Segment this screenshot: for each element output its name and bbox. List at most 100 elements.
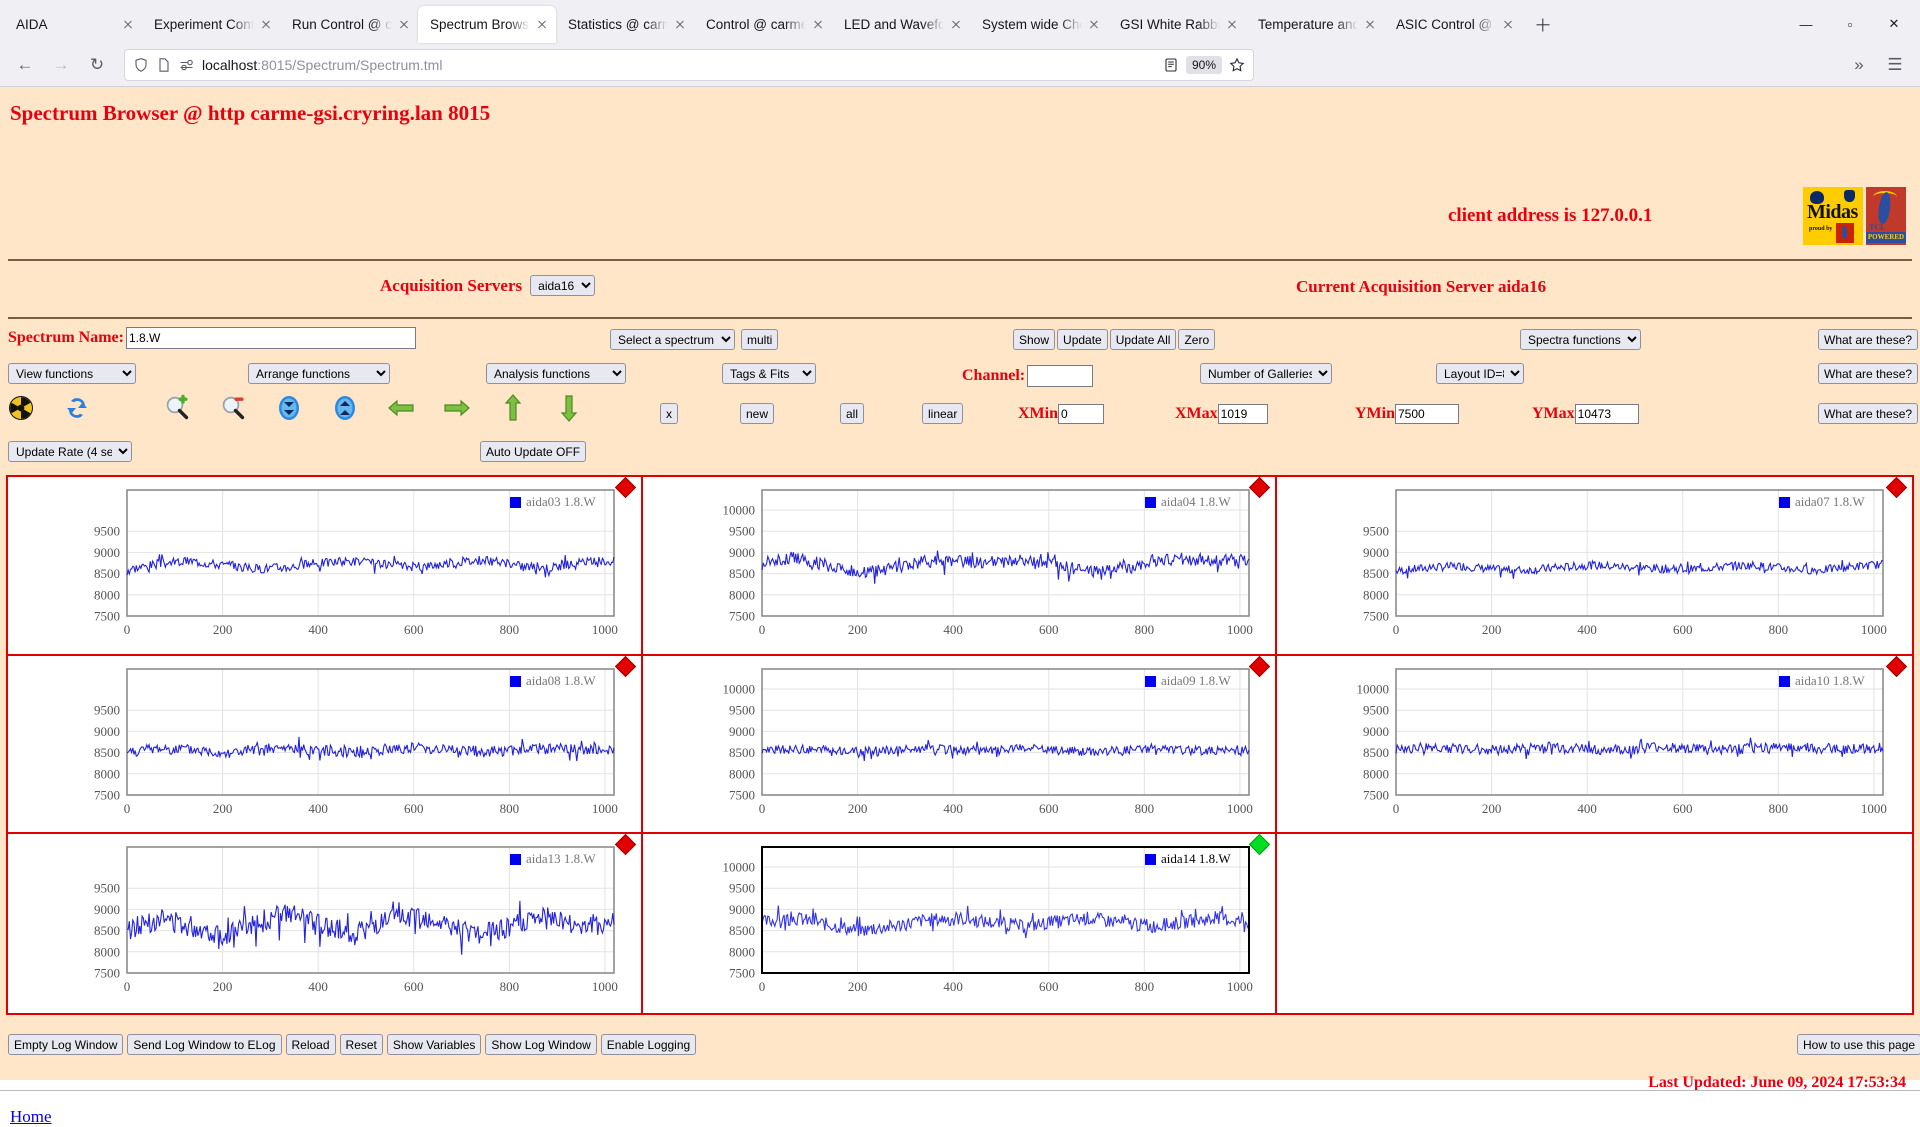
home-link[interactable]: Home xyxy=(10,1107,52,1127)
x-button[interactable]: x xyxy=(660,403,678,424)
auto-update-button[interactable]: Auto Update OFF xyxy=(480,441,587,462)
tab-close-icon[interactable] xyxy=(1086,17,1102,33)
app-menu-icon[interactable]: ☰ xyxy=(1878,49,1912,81)
arrow-down-icon[interactable] xyxy=(554,393,584,423)
layout-id-dropdown[interactable]: Layout ID=8 xyxy=(1436,363,1524,384)
expand-vertical-icon[interactable] xyxy=(274,393,304,423)
chart-container[interactable]: 7500 8000 8500 9000 9500 10000 0 200 400 600 800 10… xyxy=(1277,655,1913,836)
gallery-cell[interactable]: 7500 8000 8500 9000 9500 10000 0 200 400 600 800 10… xyxy=(642,655,1279,836)
tab-close-icon[interactable] xyxy=(534,17,550,33)
view-functions-dropdown[interactable]: View functions xyxy=(8,363,136,384)
spectrum-plot[interactable]: 7500 8000 8500 9000 9500 0 200 400 600 800 1000 aid… xyxy=(1277,477,1913,657)
arrow-right-icon[interactable] xyxy=(442,393,472,423)
gallery-cell[interactable]: 7500 8000 8500 9000 9500 10000 0 200 400 600 800 10… xyxy=(642,834,1278,1013)
tab-close-icon[interactable] xyxy=(1362,17,1378,33)
linear-button[interactable]: linear xyxy=(922,403,964,424)
footer-button-empty-log-window[interactable]: Empty Log Window xyxy=(8,1034,124,1055)
star-icon[interactable] xyxy=(1229,57,1245,73)
all-button[interactable]: all xyxy=(840,403,865,424)
footer-button-show-log-window[interactable]: Show Log Window xyxy=(485,1034,597,1055)
footer-button-show-variables[interactable]: Show Variables xyxy=(386,1034,482,1055)
ymin-input[interactable] xyxy=(1395,404,1459,424)
new-button[interactable]: new xyxy=(740,403,775,424)
tab-close-icon[interactable] xyxy=(1500,17,1516,33)
reader-mode-icon[interactable] xyxy=(1163,57,1179,73)
update-rate-dropdown[interactable]: Update Rate (4 secs) xyxy=(8,441,132,462)
update-all-button[interactable]: Update All xyxy=(1109,329,1177,350)
channel-input[interactable] xyxy=(1027,365,1094,387)
gallery-cell[interactable]: 7500 8000 8500 9000 9500 10000 0 200 400 600 800 10… xyxy=(642,476,1279,657)
collapse-vertical-icon[interactable] xyxy=(330,393,360,423)
forward-icon[interactable]: → xyxy=(44,49,78,81)
maximize-button[interactable]: ▫ xyxy=(1828,9,1872,39)
spectrum-plot[interactable]: 7500 8000 8500 9000 9500 0 200 400 600 800 1000 aid… xyxy=(8,656,644,836)
zero-button[interactable]: Zero xyxy=(1178,329,1216,350)
footer-button-send-log-window-to-elog[interactable]: Send Log Window to ELog xyxy=(127,1034,282,1055)
zoom-level-badge[interactable]: 90% xyxy=(1185,55,1222,74)
gallery-cell[interactable] xyxy=(1277,834,1912,1013)
browser-tab[interactable]: Temperature and st xyxy=(1246,6,1384,43)
browser-tab[interactable]: LED and Waveform xyxy=(832,6,970,43)
multi-button[interactable]: multi xyxy=(741,329,779,350)
acquisition-server-select[interactable]: aida16 xyxy=(530,275,596,296)
footer-button-reload[interactable]: Reload xyxy=(285,1034,336,1055)
refresh-icon[interactable] xyxy=(62,393,92,423)
browser-tab[interactable]: GSI White Rabbit T xyxy=(1108,6,1246,43)
tab-close-icon[interactable] xyxy=(120,17,136,33)
what-are-these-button-2[interactable]: What are these? xyxy=(1818,363,1919,384)
close-button[interactable]: ✕ xyxy=(1872,9,1916,39)
zoom-in-icon[interactable] xyxy=(162,393,192,423)
spectrum-plot[interactable]: 7500 8000 8500 9000 9500 10000 0 200 400 600 800 10… xyxy=(643,834,1279,1014)
browser-tab[interactable]: Experiment Control xyxy=(142,6,280,43)
chart-container[interactable]: 7500 8000 8500 9000 9500 0 200 400 600 800 1000 aid… xyxy=(8,834,641,1013)
tab-close-icon[interactable] xyxy=(396,17,412,33)
xmin-input[interactable] xyxy=(1058,404,1104,424)
zoom-out-icon[interactable] xyxy=(218,393,248,423)
reload-icon[interactable]: ↻ xyxy=(80,49,114,81)
gallery-cell[interactable]: 7500 8000 8500 9000 9500 0 200 400 600 800 1000 aid… xyxy=(1277,476,1913,657)
radiation-icon[interactable] xyxy=(6,393,36,423)
select-spectrum-dropdown[interactable]: Select a spectrum xyxy=(610,329,735,350)
gallery-cell[interactable]: 7500 8000 8500 9000 9500 0 200 400 600 800 1000 aid… xyxy=(8,476,644,657)
tab-close-icon[interactable] xyxy=(258,17,274,33)
spectra-functions-dropdown[interactable]: Spectra functions xyxy=(1520,329,1641,350)
what-are-these-button-1[interactable]: What are these? xyxy=(1818,329,1919,350)
tab-close-icon[interactable] xyxy=(672,17,688,33)
gallery-cell[interactable]: 7500 8000 8500 9000 9500 10000 0 200 400 600 800 10… xyxy=(1277,655,1913,836)
url-bar[interactable]: localhost:8015/Spectrum/Spectrum.tml 90% xyxy=(124,48,1254,81)
browser-tab[interactable]: Control @ carme-g xyxy=(694,6,832,43)
browser-tab[interactable]: AIDA xyxy=(4,6,142,43)
spectrum-name-input[interactable] xyxy=(125,327,416,349)
arrange-functions-dropdown[interactable]: Arrange functions xyxy=(248,363,390,384)
gallery-cell[interactable]: 7500 8000 8500 9000 9500 0 200 400 600 800 1000 aid… xyxy=(8,834,643,1013)
spectrum-plot[interactable]: 7500 8000 8500 9000 9500 10000 0 200 400 600 800 10… xyxy=(643,656,1279,836)
chart-container[interactable]: 7500 8000 8500 9000 9500 0 200 400 600 800 1000 aid… xyxy=(1277,476,1913,657)
arrow-left-icon[interactable] xyxy=(386,393,416,423)
number-of-galleries-dropdown[interactable]: Number of Galleries xyxy=(1200,363,1332,384)
back-icon[interactable]: ← xyxy=(8,49,42,81)
footer-button-reset[interactable]: Reset xyxy=(339,1034,383,1055)
chart-container[interactable]: 7500 8000 8500 9000 9500 10000 0 200 400 600 800 10… xyxy=(643,834,1276,1013)
browser-tab[interactable]: System wide Check xyxy=(970,6,1108,43)
chart-container[interactable]: 7500 8000 8500 9000 9500 0 200 400 600 800 1000 aid… xyxy=(8,476,644,657)
ymax-input[interactable] xyxy=(1574,404,1639,424)
browser-tab-active[interactable]: Spectrum Browser xyxy=(418,6,556,43)
xmax-input[interactable] xyxy=(1217,404,1268,424)
chart-container[interactable]: 7500 8000 8500 9000 9500 0 200 400 600 800 1000 aid… xyxy=(8,655,644,836)
tab-close-icon[interactable] xyxy=(810,17,826,33)
spectrum-plot[interactable]: 7500 8000 8500 9000 9500 10000 0 200 400 600 800 10… xyxy=(643,477,1279,657)
chart-container[interactable]: 7500 8000 8500 9000 9500 10000 0 200 400 600 800 10… xyxy=(643,655,1279,836)
spectrum-plot[interactable]: 7500 8000 8500 9000 9500 0 200 400 600 800 1000 aid… xyxy=(8,477,644,657)
analysis-functions-dropdown[interactable]: Analysis functions xyxy=(486,363,626,384)
gallery-cell[interactable]: 7500 8000 8500 9000 9500 0 200 400 600 800 1000 aid… xyxy=(8,655,644,836)
tags-fits-dropdown[interactable]: Tags & Fits xyxy=(722,363,816,384)
chart-container[interactable]: 7500 8000 8500 9000 9500 10000 0 200 400 600 800 10… xyxy=(643,476,1279,657)
what-are-these-button-3[interactable]: What are these? xyxy=(1818,403,1919,424)
tab-close-icon[interactable] xyxy=(948,17,964,33)
show-button[interactable]: Show xyxy=(1013,329,1056,350)
spectrum-plot[interactable]: 7500 8000 8500 9000 9500 10000 0 200 400 600 800 10… xyxy=(1277,656,1913,836)
browser-tab[interactable]: ASIC Control @ car xyxy=(1384,6,1522,43)
how-to-use-button[interactable]: How to use this page xyxy=(1797,1034,1920,1055)
minimize-button[interactable]: — xyxy=(1784,9,1828,39)
spectrum-plot[interactable]: 7500 8000 8500 9000 9500 0 200 400 600 800 1000 aid… xyxy=(8,834,644,1014)
